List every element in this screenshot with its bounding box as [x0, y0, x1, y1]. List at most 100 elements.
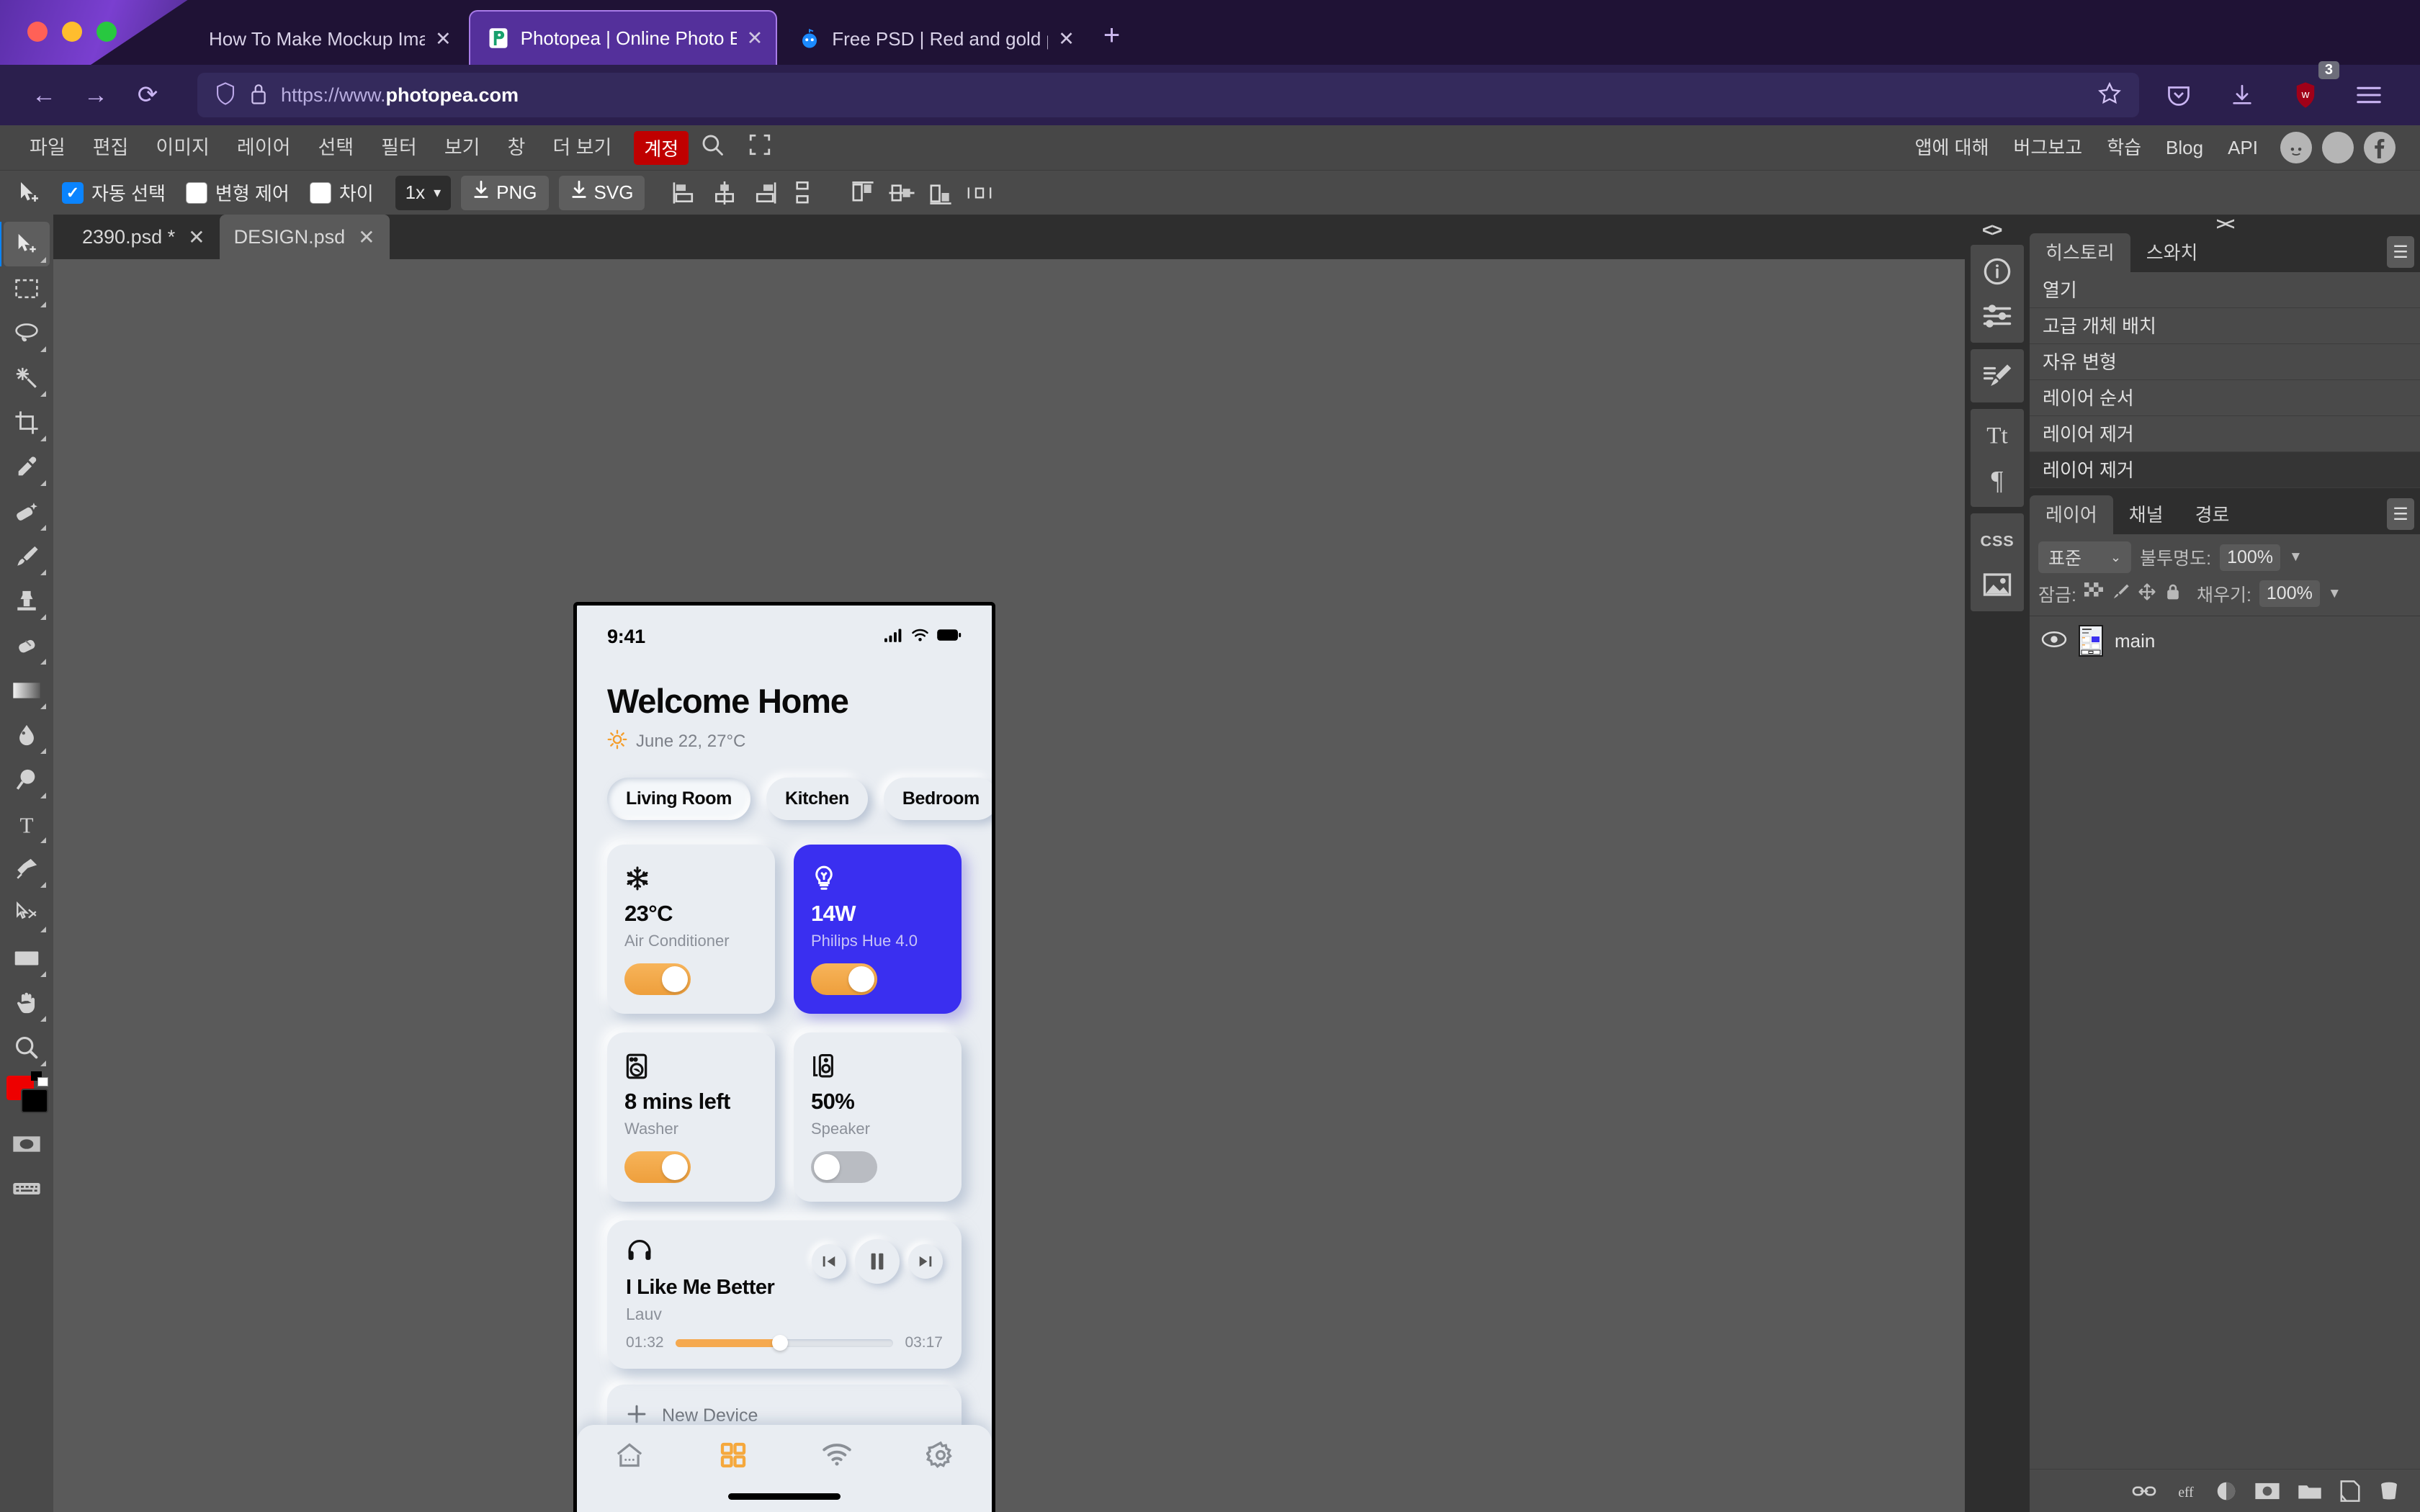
extension-shield-icon[interactable]: w 3: [2283, 61, 2339, 117]
reddit-icon[interactable]: [2280, 132, 2312, 163]
layer-visibility-icon[interactable]: [2041, 630, 2067, 652]
opacity-value[interactable]: 100%: [2220, 544, 2281, 571]
path-select-tool[interactable]: [4, 891, 50, 936]
brush-tool[interactable]: [4, 534, 50, 579]
keyboard-shortcuts-icon[interactable]: [4, 1166, 50, 1211]
tab-close-icon[interactable]: ✕: [435, 29, 452, 49]
collapse-strip-icon[interactable]: <>: [1982, 219, 2002, 241]
facebook-icon[interactable]: [2364, 132, 2396, 163]
menu-learn[interactable]: 학습: [2094, 125, 2154, 170]
pocket-icon[interactable]: [2156, 73, 2201, 117]
distribute-vertical-icon[interactable]: [783, 175, 822, 211]
tab-close-icon[interactable]: ✕: [747, 28, 763, 48]
css-icon[interactable]: CSS: [1971, 518, 2024, 562]
room-chip-living-room[interactable]: Living Room: [607, 778, 750, 820]
lock-position-icon[interactable]: [2138, 582, 2156, 605]
document-tab-0[interactable]: 2390.psd * ✕: [68, 215, 220, 259]
layer-mask-icon[interactable]: [2254, 1482, 2280, 1500]
forward-icon[interactable]: →: [73, 73, 118, 117]
close-window-button[interactable]: [27, 22, 48, 42]
rectangle-select-tool[interactable]: [4, 266, 50, 311]
menu-window[interactable]: 창: [494, 125, 539, 170]
pen-tool[interactable]: [4, 847, 50, 891]
menu-file[interactable]: 파일: [16, 125, 79, 170]
align-bottom-icon[interactable]: [921, 175, 960, 211]
info-icon[interactable]: [1971, 249, 2024, 294]
fill-value[interactable]: 100%: [2259, 580, 2320, 607]
image-icon[interactable]: [1971, 562, 2024, 607]
bookmark-star-icon[interactable]: [2097, 81, 2122, 109]
history-item[interactable]: 자유 변형: [2030, 344, 2420, 380]
menu-about[interactable]: 앱에 대해: [1903, 125, 2002, 170]
spot-healing-tool[interactable]: [4, 490, 50, 534]
transform-controls-checkbox[interactable]: [185, 181, 207, 204]
adjustments-icon[interactable]: [1971, 294, 2024, 338]
canvas-viewport[interactable]: 9:41 Welcome Home June 22, 27°C Living R…: [53, 259, 1965, 1512]
home-icon[interactable]: [614, 1441, 645, 1473]
history-item-current[interactable]: 레이어 제거: [2030, 452, 2420, 488]
history-item[interactable]: 고급 개체 배치: [2030, 308, 2420, 344]
hamburger-menu-icon[interactable]: [2347, 73, 2391, 117]
lock-all-icon[interactable]: [2164, 582, 2182, 605]
lock-transparency-icon[interactable]: [2084, 582, 2103, 605]
character-icon[interactable]: Tt: [1971, 413, 2024, 458]
layer-row-main[interactable]: main: [2030, 616, 2420, 665]
blend-mode-dropdown[interactable]: 표준 ⌄: [2038, 541, 2132, 573]
settings-gear-icon[interactable]: [925, 1441, 955, 1473]
align-center-horizontal-icon[interactable]: [705, 175, 744, 211]
new-tab-button[interactable]: +: [1103, 19, 1120, 52]
reload-icon[interactable]: ⟳: [125, 73, 170, 117]
delete-layer-icon[interactable]: [2378, 1480, 2400, 1502]
shape-tool[interactable]: [4, 936, 50, 981]
music-player-card[interactable]: I Like Me Better Lauv 01:32 03:17: [607, 1220, 962, 1369]
align-top-icon[interactable]: [843, 175, 882, 211]
tab-history[interactable]: 히스토리: [2030, 233, 2130, 272]
history-panel-menu-icon[interactable]: ☰: [2387, 236, 2414, 268]
link-layers-icon[interactable]: [2132, 1483, 2156, 1499]
transform-controls-option[interactable]: 변형 제어: [176, 179, 300, 206]
previous-track-icon[interactable]: [812, 1244, 846, 1279]
document-tab-close-icon[interactable]: ✕: [358, 225, 375, 249]
difference-checkbox[interactable]: [309, 181, 331, 204]
menu-select[interactable]: 선택: [304, 125, 367, 170]
new-group-icon[interactable]: [2298, 1482, 2322, 1500]
brush-settings-icon[interactable]: [1971, 354, 2024, 398]
music-progress-slider[interactable]: [675, 1335, 894, 1351]
auto-select-option[interactable]: ✓ 자동 선택: [52, 179, 176, 206]
menu-report-bug[interactable]: 버그보고: [2002, 125, 2095, 170]
layers-panel-menu-icon[interactable]: ☰: [2387, 498, 2414, 530]
scale-dropdown[interactable]: 1x ▾: [395, 175, 452, 210]
opacity-stepper-icon[interactable]: ▼: [2289, 549, 2303, 565]
grid-icon[interactable]: [719, 1441, 748, 1473]
fullscreen-icon[interactable]: [736, 132, 784, 163]
wifi-nav-icon[interactable]: [822, 1441, 852, 1472]
adjustment-layer-icon[interactable]: [2215, 1480, 2237, 1502]
device-card-washer[interactable]: 8 mins left Washer: [607, 1032, 775, 1202]
color-swatches[interactable]: [4, 1071, 50, 1122]
device-card-speaker[interactable]: 50% Speaker: [794, 1032, 962, 1202]
lasso-tool[interactable]: [4, 311, 50, 356]
browser-tab-0[interactable]: How To Make Mockup Image · Devle ✕: [158, 13, 465, 65]
document-tab-1[interactable]: DESIGN.psd ✕: [219, 215, 390, 259]
tab-paths[interactable]: 경로: [2179, 495, 2246, 534]
lock-paint-icon[interactable]: [2111, 582, 2130, 605]
dodge-tool[interactable]: [4, 757, 50, 802]
menu-layer[interactable]: 레이어: [223, 125, 305, 170]
export-svg-button[interactable]: SVG: [558, 175, 645, 210]
url-bar[interactable]: https://www.photopea.com: [197, 73, 2139, 117]
export-png-button[interactable]: PNG: [461, 175, 549, 210]
downloads-icon[interactable]: [2220, 73, 2264, 117]
menu-view[interactable]: 보기: [431, 125, 494, 170]
crop-tool[interactable]: [4, 400, 50, 445]
paragraph-icon[interactable]: ¶: [1971, 458, 2024, 503]
menu-blog[interactable]: Blog: [2154, 125, 2215, 170]
history-item[interactable]: 레이어 제거: [2030, 416, 2420, 452]
menu-more[interactable]: 더 보기: [539, 125, 625, 170]
account-button[interactable]: 계정: [634, 130, 689, 165]
eyedropper-tool[interactable]: [4, 445, 50, 490]
music-progress-knob[interactable]: [771, 1335, 788, 1351]
auto-select-checkbox[interactable]: ✓: [62, 181, 84, 204]
move-tool-icon[interactable]: [7, 173, 52, 213]
default-colors-icon[interactable]: [31, 1071, 50, 1087]
new-layer-icon[interactable]: [2339, 1480, 2361, 1502]
